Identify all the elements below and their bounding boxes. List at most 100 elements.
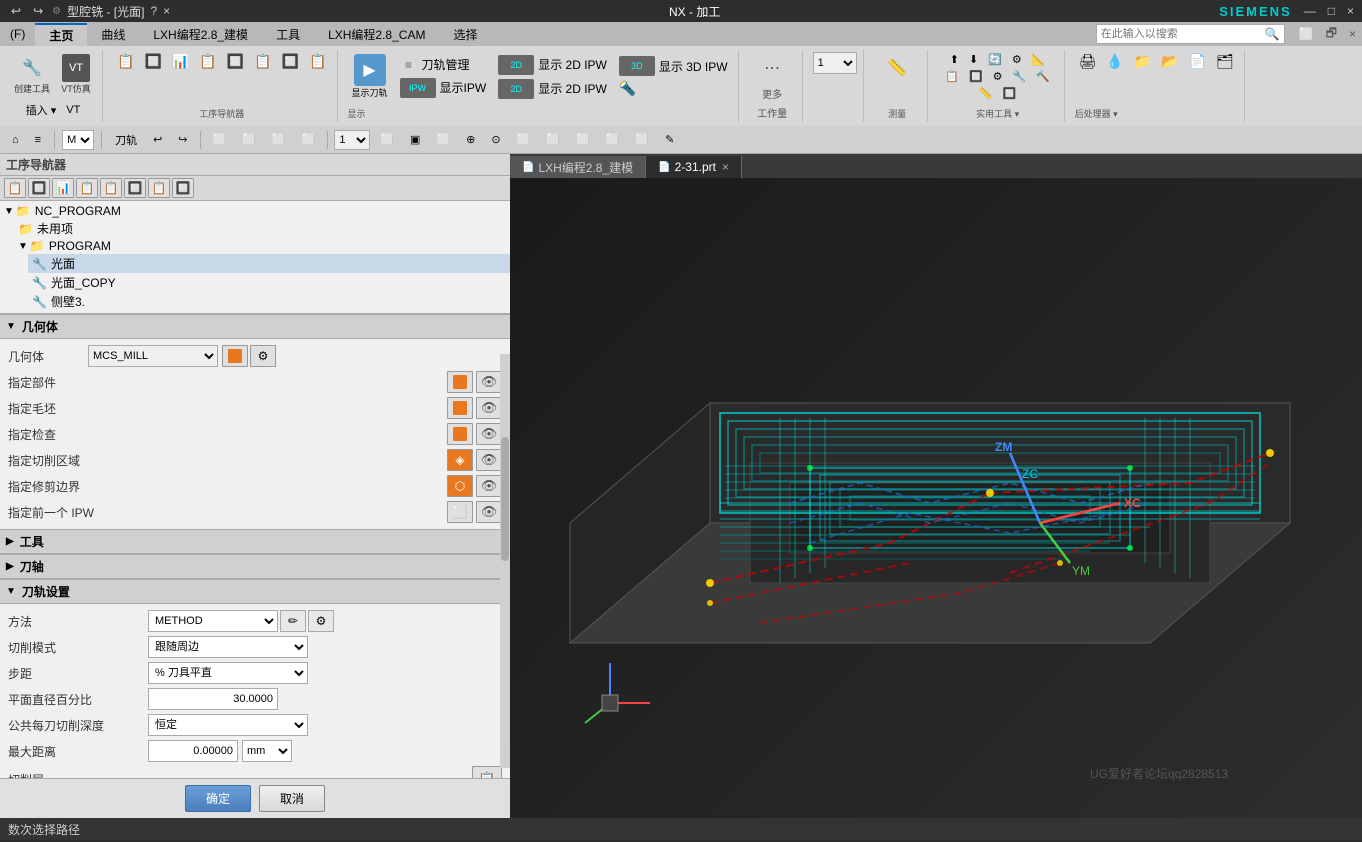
section-geometry-header[interactable]: ▼ 几何体 bbox=[0, 314, 510, 339]
trim-eye-btn[interactable]: 👁 bbox=[476, 475, 502, 497]
vt-small-btn[interactable]: VT bbox=[62, 101, 84, 119]
nav-icon-4[interactable]: 📋 bbox=[195, 52, 220, 71]
nav-icon-btn-2[interactable]: 🔲 bbox=[28, 178, 50, 198]
redo-btn[interactable]: ↪ bbox=[30, 4, 46, 18]
tool-icon-8[interactable]: ⚙ bbox=[989, 69, 1007, 84]
minimize-btn[interactable]: — bbox=[1304, 4, 1316, 18]
tab-file[interactable]: (F) bbox=[0, 24, 35, 44]
blank-eye-btn[interactable]: 👁 bbox=[476, 397, 502, 419]
post-icon-5[interactable]: 📄 bbox=[1185, 52, 1210, 71]
nav-icon-btn-6[interactable]: 🔲 bbox=[124, 178, 146, 198]
tb-icon-7[interactable]: ⬜ bbox=[374, 131, 400, 148]
more-btn[interactable]: ⋯ bbox=[752, 52, 792, 84]
nav-item-nc[interactable]: ▼ 📁 NC_PROGRAM bbox=[0, 203, 510, 219]
tool-icon-11[interactable]: 📏 bbox=[975, 86, 997, 101]
tool-icon-9[interactable]: 🔧 bbox=[1009, 69, 1031, 84]
tool-icon-6[interactable]: 📋 bbox=[941, 69, 963, 84]
method-select[interactable]: METHOD bbox=[148, 610, 278, 632]
tool-icon-3[interactable]: 🔄 bbox=[984, 52, 1006, 67]
tb-icon-12[interactable]: ⬜ bbox=[511, 131, 537, 148]
post-icon-2[interactable]: 💧 bbox=[1102, 52, 1127, 71]
tb-icon-16[interactable]: ⬜ bbox=[629, 131, 655, 148]
toolpath-manage-btn[interactable]: ≡ 刀轨管理 bbox=[396, 55, 491, 75]
tb-icon-10[interactable]: ⊕ bbox=[460, 131, 481, 148]
tb-icon-2[interactable]: ↪ bbox=[172, 131, 193, 148]
nav-collapse-program[interactable]: ▼ bbox=[18, 241, 28, 252]
window-restore-btn[interactable]: 🗗 bbox=[1320, 22, 1343, 47]
tb-icon-11[interactable]: ⊙ bbox=[485, 131, 506, 148]
cut-mode-select[interactable]: 跟随周边 bbox=[148, 636, 308, 658]
tab-home[interactable]: 主页 bbox=[35, 23, 87, 46]
scrollbar-thumb[interactable] bbox=[501, 437, 509, 561]
trim-edit-btn[interactable]: ⬡ bbox=[447, 475, 473, 497]
max-dist-unit-select[interactable]: mm in bbox=[242, 740, 292, 762]
method-settings-btn[interactable]: ⚙ bbox=[308, 610, 334, 632]
max-dist-input[interactable] bbox=[148, 740, 238, 762]
show-3d-ipw-btn[interactable]: 3D 显示 3D IPW bbox=[615, 55, 732, 77]
tool-icon-1[interactable]: ⬆ bbox=[946, 52, 963, 67]
tool-icon-4[interactable]: ⚙ bbox=[1008, 52, 1026, 67]
section-axis-header[interactable]: ▶ 刀轴 bbox=[0, 554, 510, 579]
toolbar-menu-btn[interactable]: ≡ bbox=[29, 132, 47, 148]
show-2d-ipw-btn1[interactable]: 2D 显示 2D IPW bbox=[494, 54, 611, 76]
toolbar-blade-btn[interactable]: 刀轨 bbox=[109, 130, 143, 150]
tb-icon-3[interactable]: ⬜ bbox=[207, 131, 233, 148]
tool-icon-10[interactable]: 🔨 bbox=[1032, 69, 1054, 84]
section-toolpath-header[interactable]: ▼ 刀轨设置 bbox=[0, 579, 510, 604]
tb-icon-5[interactable]: ⬜ bbox=[266, 131, 292, 148]
tab-lxh-model[interactable]: LXH编程2.8_建模 bbox=[139, 24, 262, 45]
tb-icon-8[interactable]: ▣ bbox=[404, 131, 426, 148]
cut-area-eye-btn[interactable]: 👁 bbox=[476, 449, 502, 471]
nav-icon-2[interactable]: 🔲 bbox=[140, 52, 165, 71]
section-tool-header[interactable]: ▶ 工具 bbox=[0, 529, 510, 554]
method-edit-btn[interactable]: ✏ bbox=[280, 610, 306, 632]
close-dialog-btn[interactable]: × bbox=[163, 4, 170, 18]
nav-icon-5[interactable]: 🔲 bbox=[223, 52, 248, 71]
depth-select[interactable]: 恒定 bbox=[148, 714, 308, 736]
flat-diam-input[interactable] bbox=[148, 688, 278, 710]
tb-icon-14[interactable]: ⬜ bbox=[570, 131, 596, 148]
nav-item-guangmian[interactable]: 🔧 光面 bbox=[28, 254, 510, 273]
undo-btn[interactable]: ↩ bbox=[8, 4, 24, 18]
number-select[interactable]: 123 bbox=[813, 52, 857, 74]
check-edit-btn[interactable] bbox=[447, 423, 473, 445]
nav-icon-btn-3[interactable]: 📊 bbox=[52, 178, 74, 198]
tool-icon-12[interactable]: 🔲 bbox=[999, 86, 1021, 101]
confirm-btn[interactable]: 确定 bbox=[185, 785, 251, 812]
nav-icon-btn-8[interactable]: 🔲 bbox=[172, 178, 194, 198]
post-icon-3[interactable]: 📁 bbox=[1130, 52, 1155, 71]
prev-ipw-eye-btn[interactable]: 👁 bbox=[476, 501, 502, 523]
cut-level-btn[interactable]: 📋 bbox=[472, 766, 502, 778]
tb-icon-9[interactable]: ⬜ bbox=[430, 131, 456, 148]
measure-btn[interactable]: 📏 bbox=[877, 52, 917, 84]
tb-icon-6[interactable]: ⬜ bbox=[296, 131, 322, 148]
tb-icon-4[interactable]: ⬜ bbox=[236, 131, 262, 148]
step-select[interactable]: % 刀具平直 bbox=[148, 662, 308, 684]
tab-lxh-cam[interactable]: LXH编程2.8_CAM bbox=[314, 24, 439, 45]
insert-btn[interactable]: 插入 ▾ bbox=[22, 101, 61, 119]
geometry-settings-btn[interactable]: ⚙ bbox=[250, 345, 276, 367]
tool-icon-2[interactable]: ⬇ bbox=[965, 52, 982, 67]
nav-icon-btn-5[interactable]: 📋 bbox=[100, 178, 122, 198]
help-icon[interactable]: ? bbox=[150, 4, 157, 18]
window-close-btn[interactable]: × bbox=[1343, 25, 1362, 43]
vt-btn[interactable]: VT VT仿真 bbox=[56, 52, 96, 97]
tab-tools[interactable]: 工具 bbox=[262, 24, 314, 45]
nav-icon-btn-7[interactable]: 📋 bbox=[148, 178, 170, 198]
nav-icon-7[interactable]: 🔲 bbox=[278, 52, 303, 71]
nav-item-unused[interactable]: 📁 未用项 bbox=[14, 219, 510, 238]
restore-btn[interactable]: □ bbox=[1328, 4, 1335, 18]
tb-zoom-select[interactable]: 1 bbox=[334, 130, 370, 150]
nav-item-cebi3[interactable]: 🔧 侧壁3. bbox=[28, 292, 510, 311]
nav-item-program[interactable]: ▼ 📁 PROGRAM bbox=[14, 238, 510, 254]
tab-curve[interactable]: 曲线 bbox=[87, 24, 139, 45]
nav-collapse-nc[interactable]: ▼ bbox=[4, 206, 14, 217]
flashlight-btn[interactable]: 🔦 bbox=[615, 79, 732, 98]
nav-item-guangmian-copy[interactable]: 🔧 光面_COPY bbox=[28, 273, 510, 292]
create-tool-btn[interactable]: 🔧 创建工具 bbox=[10, 52, 54, 97]
tab-select[interactable]: 选择 bbox=[439, 24, 491, 45]
cancel-btn[interactable]: 取消 bbox=[259, 785, 325, 812]
close-btn[interactable]: × bbox=[1347, 4, 1354, 18]
viewport-tab-lxh[interactable]: 📄 LXH编程2.8_建模 bbox=[510, 156, 646, 178]
part-eye-btn[interactable]: 👁 bbox=[476, 371, 502, 393]
